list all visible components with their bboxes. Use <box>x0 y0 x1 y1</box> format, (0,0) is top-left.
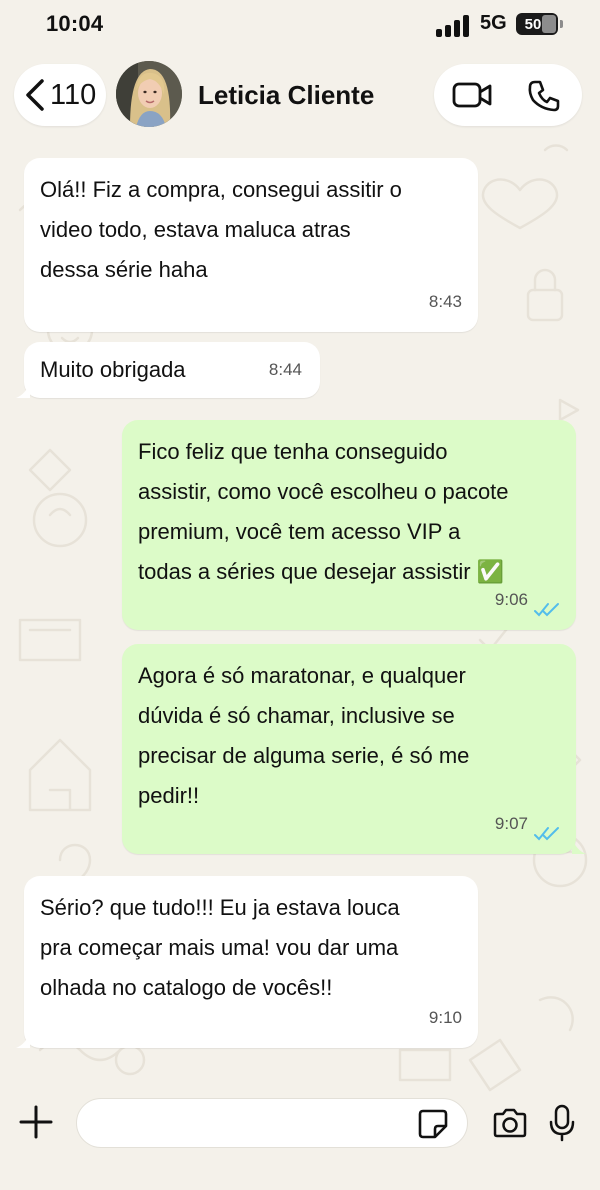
message-line: Agora é só maratonar, e qualquer <box>138 663 466 688</box>
call-actions <box>434 64 582 126</box>
network-type: 5G <box>480 12 507 34</box>
message-time: 8:43 <box>428 292 462 311</box>
message-line: olhada no catalogo de vocês!! <box>40 975 333 1000</box>
camera-icon[interactable] <box>492 1108 528 1138</box>
status-time: 10:04 <box>46 11 104 36</box>
message-input-box[interactable] <box>76 1098 468 1148</box>
message-line: Sério? que tudo!!! Eu ja estava louca <box>40 895 400 920</box>
message-text: Olá!! Fiz a compra, consegui assitir o v… <box>40 170 462 290</box>
avatar[interactable] <box>116 61 182 127</box>
message-list: Olá!! Fiz a compra, consegui assitir o v… <box>0 0 600 1190</box>
message-input[interactable] <box>95 1107 415 1139</box>
mic-icon[interactable] <box>548 1104 576 1142</box>
avatar-photo <box>116 61 182 127</box>
message-line: premium, você tem acesso VIP a <box>138 519 461 544</box>
phone-icon[interactable] <box>527 79 561 113</box>
message-composer <box>0 1088 600 1190</box>
message-incoming[interactable]: Olá!! Fiz a compra, consegui assitir o v… <box>24 158 478 332</box>
battery-icon: 50 <box>516 13 563 35</box>
read-receipt-icon <box>534 603 559 617</box>
message-line: dúvida é só chamar, inclusive se <box>138 703 455 728</box>
message-time: 9:10 <box>428 1008 462 1027</box>
battery-level: 50 <box>524 15 542 33</box>
bubble-tail <box>16 1032 30 1048</box>
message-incoming[interactable]: Sério? que tudo!!! Eu ja estava louca pr… <box>24 876 478 1048</box>
message-time: 9:07 <box>494 814 528 833</box>
sticker-icon[interactable] <box>417 1108 449 1140</box>
video-call-icon[interactable] <box>452 81 492 109</box>
status-bar: 10:04 5G 50 <box>0 0 600 52</box>
back-button[interactable]: 110 <box>14 64 106 126</box>
message-incoming[interactable]: Muito obrigada 8:44 <box>24 342 320 398</box>
message-time: 9:06 <box>494 590 528 609</box>
message-line: assistir, como você escolheu o pacote <box>138 479 509 504</box>
message-line: dessa série haha <box>40 257 208 282</box>
chat-header: 110 Leticia Cliente <box>0 58 600 134</box>
message-outgoing[interactable]: Agora é só maratonar, e qualquer dúvida … <box>122 644 576 854</box>
message-outgoing[interactable]: Fico feliz que tenha conseguido assistir… <box>122 420 576 630</box>
message-time: 8:44 <box>268 360 302 379</box>
bubble-tail <box>572 838 586 854</box>
contact-name[interactable]: Leticia Cliente <box>198 80 374 111</box>
message-line: Fico feliz que tenha conseguido <box>138 439 448 464</box>
signal-icon <box>436 15 472 37</box>
message-line: Olá!! Fiz a compra, consegui assitir o <box>40 177 402 202</box>
back-chevron-icon <box>26 79 44 111</box>
unread-count: 110 <box>50 78 97 111</box>
read-receipt-icon <box>534 827 559 841</box>
message-line: video todo, estava maluca atras <box>40 217 351 242</box>
message-line: pra começar mais uma! vou dar uma <box>40 935 399 960</box>
bubble-tail <box>16 382 30 398</box>
message-line: precisar de alguma serie, é só me <box>138 743 470 768</box>
message-line: Muito obrigada <box>40 357 186 382</box>
plus-icon[interactable] <box>18 1104 54 1140</box>
